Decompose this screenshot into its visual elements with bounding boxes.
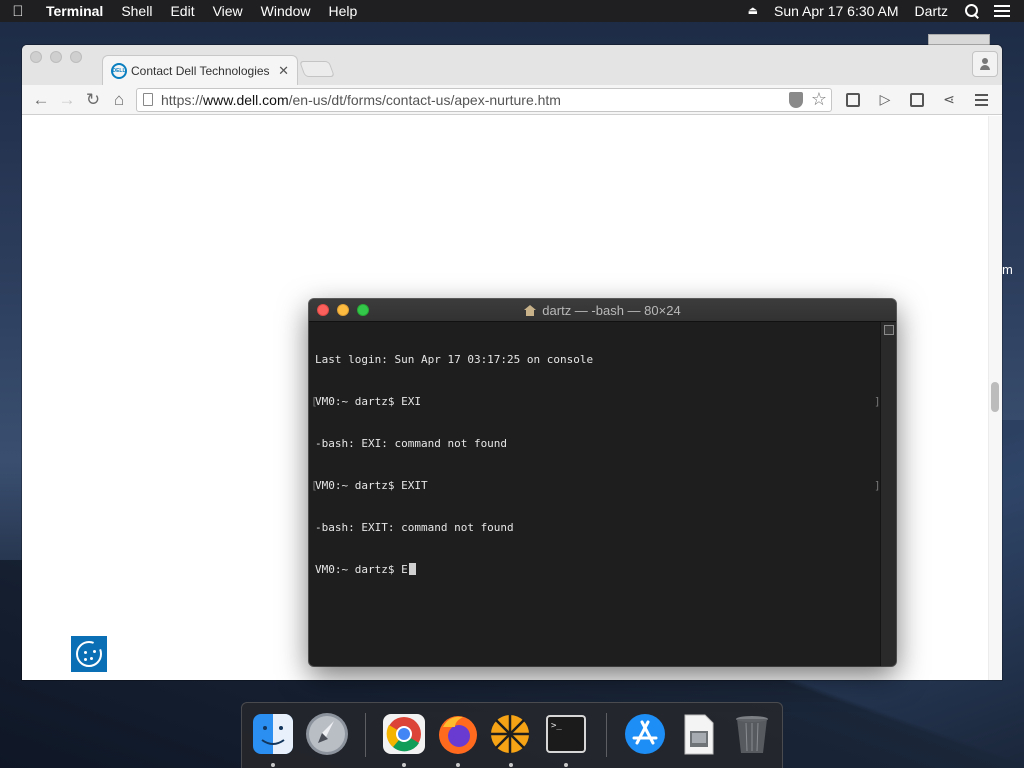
bookmark-star-icon[interactable]: ☆ <box>811 89 827 110</box>
dell-logo-icon: DELL <box>111 62 127 79</box>
url-host: www.dell.com <box>203 91 289 108</box>
spotlight-search-icon[interactable] <box>964 3 980 19</box>
app-store-icon[interactable] <box>622 711 668 757</box>
cookie-icon <box>76 640 103 667</box>
terminal-title: dartz — -bash — 80×24 <box>542 302 681 318</box>
chrome-icon[interactable] <box>381 711 427 757</box>
download-extension-icon[interactable] <box>840 88 866 112</box>
menubar-user[interactable]: Dartz <box>907 0 956 22</box>
running-indicator-firefox <box>456 763 460 767</box>
line-mark-left: [ <box>311 395 318 408</box>
url-path: /en-us/dt/forms/contact-us/apex-nurture.… <box>288 91 561 108</box>
terminal-window-controls <box>317 304 369 316</box>
menubar-clock[interactable]: Sun Apr 17 6:30 AM <box>766 0 907 22</box>
terminal-line: [VM0:~ dartz$ EXIT] <box>311 479 881 492</box>
tab-strip: DELL Contact Dell Technologies ✕ <box>22 45 1002 85</box>
dock: >_ <box>241 702 783 768</box>
browser-menu-icon[interactable] <box>968 88 994 112</box>
tab-contact-dell[interactable]: DELL Contact Dell Technologies ✕ <box>102 55 298 85</box>
home-button[interactable]: ⌂ <box>106 88 132 112</box>
play-extension-icon[interactable]: ▷ <box>872 88 898 112</box>
dock-separator <box>365 713 366 757</box>
eject-icon[interactable]: ⏏ <box>740 0 766 22</box>
person-icon <box>980 58 990 70</box>
terminal-cursor <box>408 563 416 575</box>
background-window-edge-text: m <box>1002 262 1013 277</box>
terminal-line: [VM0:~ dartz$ EXI] <box>311 395 881 408</box>
dock-separator <box>606 713 607 757</box>
browser-toolbar: ← → ↻ ⌂ https:// www.dell.com /en-us/dt/… <box>22 85 1002 115</box>
terminal-window[interactable]: dartz — -bash — 80×24 Last login: Sun Ap… <box>309 299 896 666</box>
page-info-icon[interactable] <box>143 93 153 106</box>
orange-app-icon[interactable] <box>487 711 533 757</box>
terminal-zoom-button[interactable] <box>357 304 369 316</box>
back-button[interactable]: ← <box>28 88 54 112</box>
home-folder-icon <box>524 304 537 316</box>
reload-button[interactable]: ↻ <box>80 88 106 112</box>
app-menu-terminal[interactable]: Terminal <box>36 0 112 22</box>
terminal-line: -bash: EXIT: command not found <box>315 521 514 534</box>
menu-help[interactable]: Help <box>319 0 366 22</box>
terminal-icon[interactable]: >_ <box>543 711 589 757</box>
terminal-line: Last login: Sun Apr 17 03:17:25 on conso… <box>315 353 594 366</box>
share-icon[interactable]: ⋖ <box>936 88 962 112</box>
apple-icon[interactable]:  <box>0 3 36 20</box>
terminal-close-button[interactable] <box>317 304 329 316</box>
menu-window[interactable]: Window <box>252 0 320 22</box>
finder-icon[interactable] <box>250 711 296 757</box>
preview-icon[interactable] <box>675 711 721 757</box>
trash-icon[interactable] <box>729 711 775 757</box>
terminal-titlebar[interactable]: dartz — -bash — 80×24 <box>309 299 896 322</box>
tab-title: Contact Dell Technologies <box>131 63 270 78</box>
terminal-prompt-line: VM0:~ dartz$ E <box>315 563 874 577</box>
terminal-output[interactable]: Last login: Sun Apr 17 03:17:25 on conso… <box>309 322 881 666</box>
shield-extension-icon[interactable] <box>788 91 803 108</box>
terminal-line: -bash: EXI: command not found <box>315 437 508 450</box>
address-bar[interactable]: https:// www.dell.com /en-us/dt/forms/co… <box>136 87 832 112</box>
running-indicator-chrome <box>402 763 406 767</box>
launchpad-icon[interactable] <box>304 711 350 757</box>
cookie-settings-button[interactable] <box>71 636 107 672</box>
terminal-scroll-button[interactable] <box>884 325 894 335</box>
terminal-minimize-button[interactable] <box>337 304 349 316</box>
menu-bar:  Terminal Shell Edit View Window Help ⏏… <box>0 0 1024 22</box>
page-scrollbar[interactable] <box>988 116 1002 680</box>
running-indicator-orange-app <box>509 763 513 767</box>
tab-close-icon[interactable]: ✕ <box>278 63 289 79</box>
url-scheme: https:// <box>161 91 204 108</box>
stats-extension-icon[interactable] <box>904 88 930 112</box>
firefox-icon[interactable] <box>435 711 481 757</box>
menu-view[interactable]: View <box>204 0 252 22</box>
line-mark-left: [ <box>311 479 318 492</box>
menu-edit[interactable]: Edit <box>161 0 203 22</box>
new-tab-button[interactable] <box>299 61 335 77</box>
terminal-scrollbar[interactable] <box>880 322 896 666</box>
profile-button[interactable] <box>972 51 998 77</box>
zoom-window-button[interactable] <box>70 51 82 63</box>
browser-window-controls <box>30 51 82 63</box>
notification-center-icon[interactable] <box>994 5 1010 17</box>
page-scrollbar-thumb[interactable] <box>991 382 999 412</box>
running-indicator-finder <box>271 763 275 767</box>
close-window-button[interactable] <box>30 51 42 63</box>
menu-shell[interactable]: Shell <box>112 0 161 22</box>
forward-button[interactable]: → <box>54 88 80 112</box>
minimize-window-button[interactable] <box>50 51 62 63</box>
svg-text:>_: >_ <box>551 721 562 731</box>
running-indicator-terminal <box>564 763 568 767</box>
